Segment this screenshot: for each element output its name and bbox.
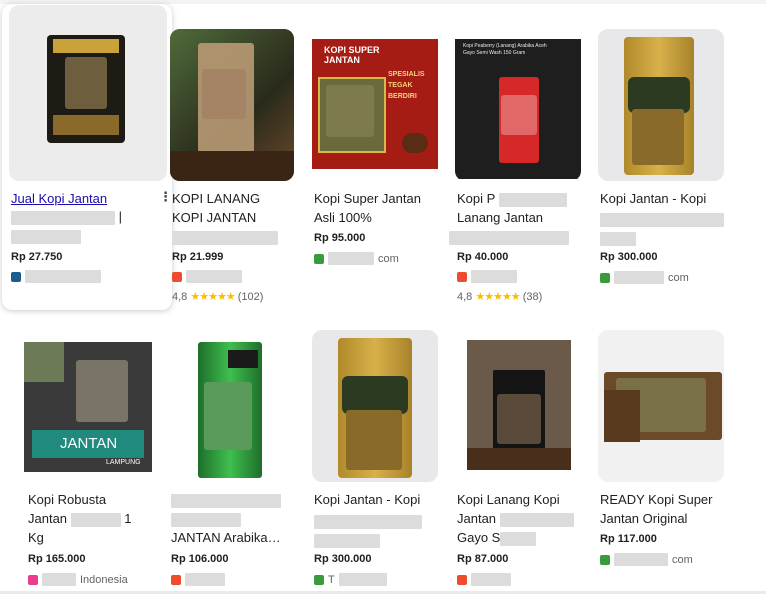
product-seller-7[interactable] bbox=[171, 573, 225, 586]
product-thumb-4[interactable]: Kopi Peaberry (Lanang) Arabika Aceh Gayo… bbox=[455, 29, 581, 181]
product-title-8[interactable]: Kopi Jantan - Kopi bbox=[314, 490, 446, 509]
store-icon bbox=[600, 554, 610, 565]
product-price-9: Rp 87.000 bbox=[457, 553, 509, 565]
product-title-10[interactable]: READY Kopi Super Jantan Original bbox=[600, 490, 724, 528]
product-seller-9[interactable] bbox=[457, 573, 511, 586]
store-icon bbox=[600, 272, 610, 283]
product-seller-6[interactable]: Indonesia bbox=[28, 573, 128, 586]
star-rating-icon: ★★★★★ bbox=[190, 291, 235, 303]
product-seller-10[interactable]: com bbox=[600, 553, 693, 566]
product-rating-2: 4,8 ★★★★★ (102) bbox=[172, 291, 264, 303]
product-thumb-6[interactable]: JANTAN LAMPUNG bbox=[24, 330, 152, 482]
product-thumb-9[interactable] bbox=[455, 330, 581, 482]
product-seller-2[interactable] bbox=[172, 270, 242, 283]
star-rating-icon: ★★★★★ bbox=[475, 291, 520, 303]
shop-bag-icon bbox=[171, 574, 181, 585]
product-seller-1[interactable] bbox=[11, 270, 101, 283]
store-icon bbox=[11, 271, 21, 282]
product-title-1-cont: | bbox=[11, 207, 143, 245]
store-icon bbox=[28, 574, 38, 585]
product-title-1[interactable]: Jual Kopi Jantan bbox=[11, 189, 143, 208]
product-price-1: Rp 27.750 bbox=[11, 251, 63, 263]
product-title-2[interactable]: KOPI LANANG KOPI JANTAN bbox=[172, 189, 282, 227]
thumb-side-3: SPESIALIS TEGAK BERDIRI bbox=[388, 71, 425, 100]
product-thumb-1[interactable] bbox=[9, 5, 167, 181]
product-price-10: Rp 117.000 bbox=[600, 533, 657, 545]
product-title-6[interactable]: Kopi Robusta Jantan 1 Kg bbox=[28, 490, 152, 547]
product-thumb-2[interactable] bbox=[170, 29, 294, 181]
product-title-9[interactable]: Kopi Lanang Kopi Jantan Gayo S bbox=[457, 490, 581, 547]
product-title-4[interactable]: Kopi P Lanang Jantan bbox=[457, 189, 589, 227]
product-thumb-7[interactable] bbox=[168, 330, 294, 482]
product-thumb-10[interactable] bbox=[598, 330, 724, 482]
store-icon bbox=[314, 574, 324, 585]
product-thumb-5[interactable] bbox=[598, 29, 724, 181]
product-title-2-redact bbox=[172, 227, 304, 246]
product-title-4-redact bbox=[449, 227, 581, 246]
product-price-4: Rp 40.000 bbox=[457, 251, 509, 263]
thumb-sub-6: LAMPUNG bbox=[106, 459, 141, 466]
more-options-icon[interactable]: ⋮ bbox=[159, 189, 172, 205]
product-thumb-3[interactable]: KOPI SUPER JANTAN SPESIALIS TEGAK BERDIR… bbox=[312, 29, 438, 181]
thumb-label-4: Kopi Peaberry (Lanang) Arabika Aceh Gayo… bbox=[463, 43, 547, 56]
product-title-5-redact bbox=[600, 209, 732, 247]
shop-bag-icon bbox=[172, 271, 182, 282]
product-title-8-redact bbox=[314, 511, 446, 549]
product-title-7[interactable]: JANTAN Arabika… bbox=[171, 490, 291, 547]
product-seller-8[interactable]: T bbox=[314, 573, 387, 586]
product-seller-4[interactable] bbox=[457, 270, 517, 283]
product-price-3: Rp 95.000 bbox=[314, 232, 366, 244]
product-price-7: Rp 106.000 bbox=[171, 553, 229, 565]
product-price-5: Rp 300.000 bbox=[600, 251, 658, 263]
product-seller-3[interactable]: com bbox=[314, 252, 399, 265]
product-thumb-8[interactable] bbox=[312, 330, 438, 482]
product-rating-4: 4,8 ★★★★★ (38) bbox=[457, 291, 543, 303]
product-price-2: Rp 21.999 bbox=[172, 251, 224, 263]
product-title-3[interactable]: Kopi Super Jantan Asli 100% bbox=[314, 189, 434, 227]
shop-bag-icon bbox=[457, 574, 467, 585]
shop-bag-icon bbox=[457, 271, 467, 282]
product-title-5[interactable]: Kopi Jantan - Kopi bbox=[600, 189, 732, 208]
product-price-6: Rp 165.000 bbox=[28, 553, 86, 565]
product-seller-5[interactable]: com bbox=[600, 271, 689, 284]
thumb-banner-3: KOPI SUPER JANTAN bbox=[324, 45, 380, 65]
store-icon bbox=[314, 253, 324, 264]
thumb-banner-6: JANTAN bbox=[60, 435, 118, 452]
product-price-8: Rp 300.000 bbox=[314, 553, 372, 565]
